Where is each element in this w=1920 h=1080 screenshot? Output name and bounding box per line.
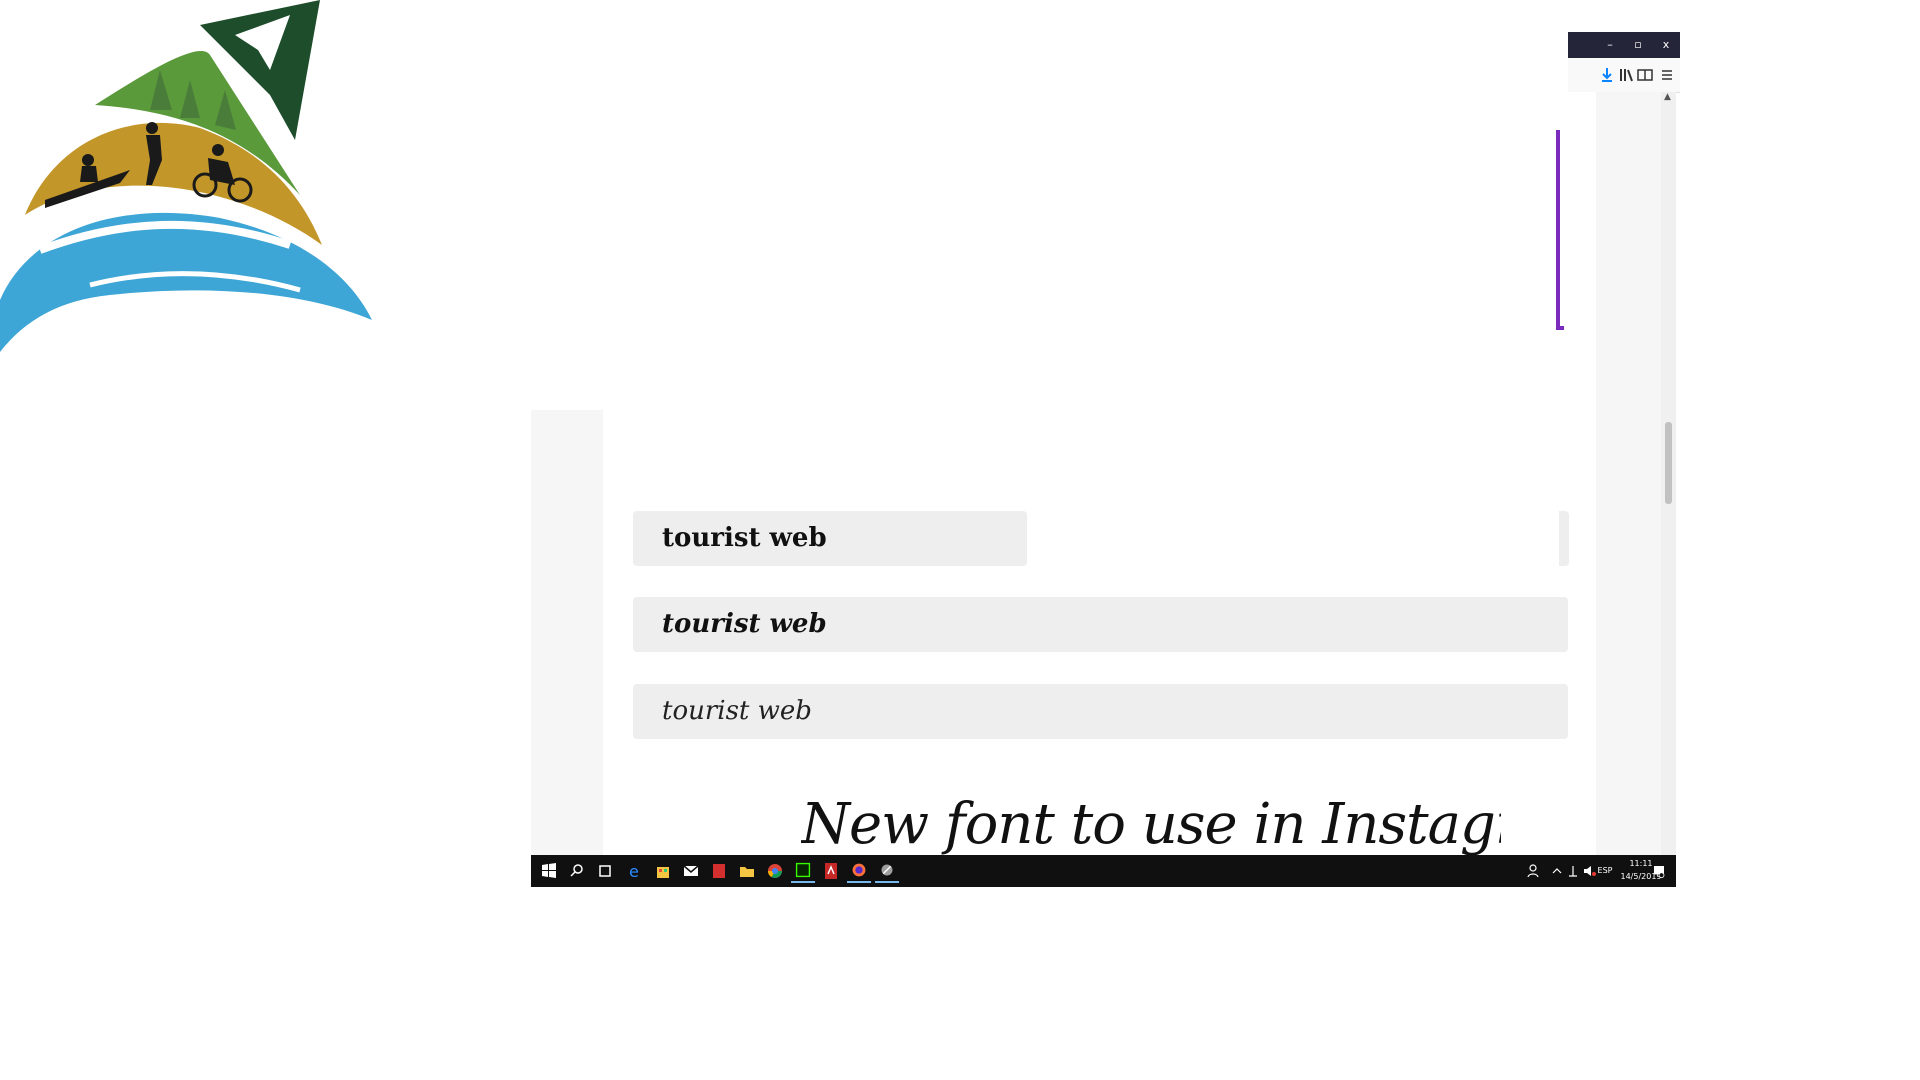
browser-window: – ▫ x tourist web tourist web tourist we…: [531, 32, 1680, 886]
background-pattern: [531, 410, 603, 872]
store-icon[interactable]: [651, 859, 675, 883]
font-sample-italic: tourist web: [633, 684, 1568, 739]
page-viewport: tourist web tourist web tourist web New …: [531, 92, 1661, 872]
vertical-scroll-thumb[interactable]: [1665, 422, 1672, 504]
app-icon[interactable]: [875, 859, 899, 883]
file-explorer-icon[interactable]: [735, 859, 759, 883]
search-icon[interactable]: [565, 859, 589, 883]
font-sample-bold-italic: tourist web: [633, 597, 1568, 652]
language-indicator[interactable]: ESP: [1595, 866, 1615, 875]
download-icon[interactable]: [1598, 66, 1616, 84]
dreamweaver-icon[interactable]: [791, 859, 815, 883]
firefox-icon[interactable]: [847, 859, 871, 883]
minimize-button[interactable]: –: [1596, 32, 1624, 58]
edge-icon[interactable]: e: [623, 859, 647, 883]
chrome-icon[interactable]: [763, 859, 787, 883]
maximize-button[interactable]: ▫: [1624, 32, 1652, 58]
menu-icon[interactable]: [1658, 66, 1676, 84]
pdf-reader-icon[interactable]: [819, 859, 843, 883]
windows-taskbar: e ESP 11:11 14/5/2019: [531, 855, 1676, 887]
close-button[interactable]: x: [1652, 32, 1680, 58]
decorative-border: [1556, 130, 1564, 330]
window-titlebar: – ▫ x: [1568, 32, 1680, 58]
vertical-scrollbar[interactable]: ▲ ▼: [1661, 92, 1676, 872]
people-icon[interactable]: [1521, 859, 1545, 883]
acrobat-icon[interactable]: [707, 859, 731, 883]
task-view-icon[interactable]: [593, 859, 617, 883]
windows-start-icon[interactable]: [537, 859, 561, 883]
mail-icon[interactable]: [679, 859, 703, 883]
svg-text:e: e: [629, 862, 639, 881]
outdoor-adventure-logo: [0, 0, 372, 352]
font-sample-bold: tourist web: [633, 511, 1027, 566]
browser-toolbar: [1568, 58, 1680, 93]
reader-view-icon[interactable]: [1636, 66, 1654, 84]
library-icon[interactable]: [1618, 66, 1636, 84]
background-pattern: [1596, 92, 1661, 872]
font-sample-bold-end: [1559, 511, 1569, 566]
scroll-up-icon[interactable]: ▲: [1664, 92, 1671, 102]
notification-icon[interactable]: [1649, 859, 1669, 883]
